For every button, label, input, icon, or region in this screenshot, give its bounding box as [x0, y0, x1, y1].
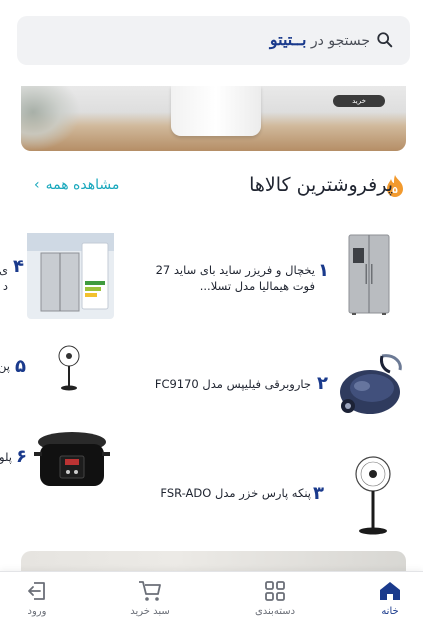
fridge-image [348, 234, 390, 315]
rank-number: ۶ [16, 446, 27, 467]
nav-home[interactable]: خانه [350, 580, 423, 617]
login-icon [28, 582, 45, 600]
product-name-partial: ی د [0, 263, 8, 293]
search-placeholder: جستجو در بــتیتو [270, 30, 370, 49]
home-icon [380, 582, 400, 600]
search-icon [377, 32, 393, 48]
rank-number: ۴ [13, 256, 24, 277]
nav-login-label: ورود [27, 606, 47, 617]
list-item[interactable]: ۱ یخچال و فریزر ساید بای ساید 27 فوت هیم… [0, 228, 423, 323]
rank-number: ۱ [318, 260, 329, 281]
brand-logo: بــتیتو [269, 30, 307, 49]
banner-plant-image [21, 86, 81, 151]
section-title: پرفروشترین کالاها [249, 174, 393, 196]
rank-number: ۲ [317, 373, 328, 394]
chevron-left-icon: ‹ [34, 177, 40, 193]
cart-icon [139, 581, 161, 601]
see-all-label: مشاهده همه [45, 177, 120, 193]
nav-home-label: خانه [381, 606, 399, 617]
product-name: پنکه پارس خزر مدل FSR-ADO [160, 486, 311, 500]
banner-product-image [171, 86, 261, 136]
product-name-partial: پلو [0, 450, 12, 464]
nav-categories[interactable]: دسته‌بندی [235, 580, 315, 617]
fan-image [58, 345, 80, 391]
grid-icon [265, 581, 285, 601]
rank-number: ۳ [313, 483, 324, 504]
nav-categories-label: دسته‌بندی [254, 606, 296, 617]
rice-cooker-image [34, 432, 110, 486]
search-bar[interactable]: جستجو در بــتیتو [17, 16, 410, 65]
vacuum-cleaner-image [340, 354, 402, 414]
list-item[interactable]: ۲ جاروبرقی فیلیپس مدل FC9170 ۵ پن [0, 340, 423, 430]
promo-banner-top[interactable]: خرید [21, 86, 406, 151]
product-name-partial: پن [0, 359, 10, 373]
banner-buy-button[interactable]: خرید [333, 95, 385, 107]
standing-fan-image [355, 456, 391, 535]
search-prefix: جستجو در [310, 33, 370, 49]
nav-cart[interactable]: سبد خرید [110, 580, 190, 617]
product-name: جاروبرقی فیلیپس مدل FC9170 [154, 377, 311, 391]
bottom-navigation: خانه دسته‌بندی سبد خرید ورود [0, 571, 423, 625]
list-item[interactable]: ۶ پلو [0, 422, 120, 502]
rank-number: ۵ [15, 356, 26, 377]
product-name: یخچال و فریزر ساید بای ساید 27 فوت هیمال… [135, 262, 315, 294]
product-name-line1: یخچال و فریزر ساید بای ساید 27 [155, 263, 315, 277]
product-name-line2: فوت هیمالیا مدل تسلا... [199, 279, 315, 293]
nav-login[interactable]: ورود [0, 580, 77, 617]
nav-cart-label: سبد خرید [130, 606, 170, 617]
fridge-ad-image [27, 233, 114, 319]
see-all-link[interactable]: ‹ مشاهده همه [34, 177, 119, 193]
svg-text:۵: ۵ [392, 186, 398, 196]
